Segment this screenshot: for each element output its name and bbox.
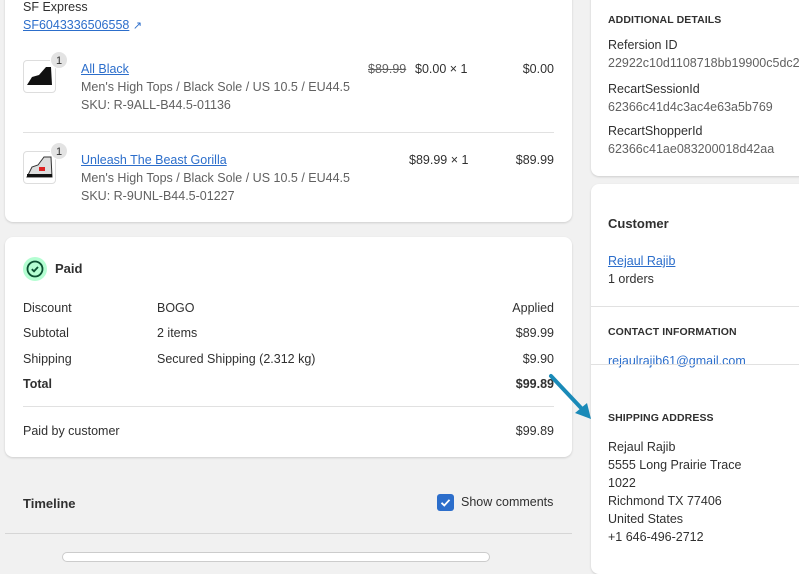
row-detail: Secured Shipping (2.312 kg) — [157, 352, 316, 366]
row-value: Applied — [512, 301, 554, 315]
payment-status: Paid — [55, 261, 83, 276]
paid-by-value: $99.89 — [515, 424, 554, 438]
product-variant: Men's High Tops / Black Sole / US 10.5 /… — [81, 80, 350, 94]
additional-details-card: ADDITIONAL DETAILS Refersion ID 22922c10… — [591, 0, 799, 176]
external-link-icon[interactable]: ↗ — [133, 20, 142, 32]
address-line: Richmond TX 77406 — [608, 494, 722, 508]
quantity-badge: 1 — [50, 51, 68, 69]
paid-check-icon — [23, 257, 47, 281]
show-comments-label[interactable]: Show comments — [461, 495, 553, 509]
customer-card: Customer Rejaul Rajib 1 orders CONTACT I… — [591, 184, 799, 574]
product-title-link[interactable]: Unleash The Beast Gorilla — [81, 153, 227, 167]
detail-value: 62366c41ae083200018d42aa — [608, 142, 775, 156]
customer-orders: 1 orders — [608, 272, 654, 286]
address-line: Rejaul Rajib — [608, 440, 676, 454]
detail-label: RecartSessionId — [608, 82, 700, 96]
row-label: Shipping — [23, 352, 72, 366]
shipping-address: Rejaul Rajib 5555 Long Prairie Trace 102… — [608, 438, 741, 546]
product-sku: SKU: R-9UNL-B44.5-01227 — [81, 189, 235, 203]
customer-email-link[interactable]: rejaulrajib61@gmail.com — [608, 354, 746, 368]
carrier-name: SF Express — [23, 0, 88, 14]
price-quantity: $89.99 × 1 — [409, 153, 469, 167]
detail-label: RecartShopperId — [608, 124, 703, 138]
original-price: $89.99 — [368, 62, 407, 76]
divider — [591, 364, 799, 365]
row-label: Subtotal — [23, 326, 69, 340]
line-total: $89.99 — [515, 153, 554, 167]
quantity-badge: 1 — [50, 142, 68, 160]
divider — [23, 406, 554, 407]
timeline-title: Timeline — [23, 496, 76, 511]
row-detail: BOGO — [157, 301, 195, 315]
product-variant: Men's High Tops / Black Sole / US 10.5 /… — [81, 171, 350, 185]
shipping-heading: SHIPPING ADDRESS — [608, 412, 714, 424]
show-comments-checkbox[interactable] — [437, 494, 454, 511]
comment-input[interactable] — [62, 552, 490, 562]
divider — [23, 132, 554, 133]
line-total: $0.00 — [522, 62, 554, 76]
customer-name-link[interactable]: Rejaul Rajib — [608, 254, 675, 268]
payment-card: Paid Discount BOGO Applied Subtotal 2 it… — [5, 237, 572, 457]
price-quantity: $0.00 × 1 — [415, 62, 468, 76]
product-sku: SKU: R-9ALL-B44.5-01136 — [81, 98, 231, 112]
customer-heading: Customer — [608, 216, 669, 231]
divider — [591, 306, 799, 307]
row-detail: 2 items — [157, 326, 198, 340]
detail-label: Refersion ID — [608, 38, 678, 52]
product-title-link[interactable]: All Black — [81, 62, 129, 76]
annotation-arrow-icon — [549, 374, 591, 419]
address-line: United States — [608, 512, 684, 526]
row-value: $89.99 — [515, 326, 554, 340]
checkmark-icon — [440, 499, 451, 507]
address-line: 5555 Long Prairie Trace — [608, 458, 742, 472]
paid-by-label: Paid by customer — [23, 424, 120, 438]
row-label: Discount — [23, 301, 72, 315]
row-value: $9.90 — [522, 352, 554, 366]
contact-heading: CONTACT INFORMATION — [608, 326, 737, 338]
address-line: +1 646-496-2712 — [608, 530, 704, 544]
row-label: Total — [23, 377, 52, 391]
detail-value: 22922c10d1108718bb19900c5dc2b — [608, 56, 799, 70]
additional-details-heading: ADDITIONAL DETAILS — [608, 14, 722, 26]
fulfillment-card: SF Express SF6043336506558 ↗ 1 All Black… — [5, 0, 572, 222]
detail-value: 62366c41d4c3ac4e63a5b769 — [608, 100, 773, 114]
tracking-link[interactable]: SF6043336506558 — [23, 18, 129, 32]
address-line: 1022 — [608, 476, 636, 490]
divider — [5, 533, 572, 534]
